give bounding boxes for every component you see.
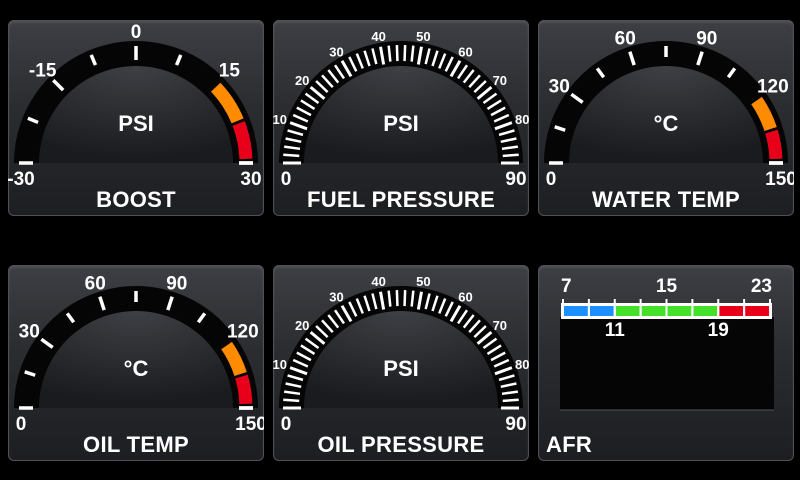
gauge-unit-label: °C bbox=[654, 111, 679, 136]
gauge-scale-label: 80 bbox=[515, 112, 529, 127]
gauge-scale-label: 60 bbox=[85, 273, 106, 294]
gauge-scale-label: 30 bbox=[549, 76, 570, 97]
afr-scale-label: 23 bbox=[751, 276, 772, 297]
gauge-scale-label: 20 bbox=[295, 318, 309, 333]
gauge-unit-label: PSI bbox=[383, 111, 418, 136]
afr-segment bbox=[589, 306, 614, 316]
gauge-scale-label: 120 bbox=[757, 76, 789, 97]
gauge-scale-label: 15 bbox=[219, 61, 241, 82]
afr-segment bbox=[693, 306, 718, 316]
gauge-tick bbox=[387, 290, 392, 307]
gauge-scale-label: 10 bbox=[273, 357, 287, 372]
gauge-scale-label: 70 bbox=[493, 73, 507, 88]
gauge-scale-label: 10 bbox=[273, 112, 287, 127]
afr-scale-label: 11 bbox=[605, 320, 626, 341]
gauge-tick bbox=[410, 290, 415, 307]
gauge-tick bbox=[387, 45, 392, 62]
gauge-scale-label: -15 bbox=[29, 61, 57, 82]
gauge-scale-label: 70 bbox=[493, 318, 507, 333]
gauge-title: WATER TEMP bbox=[591, 187, 741, 212]
gauge-scale-label: 90 bbox=[696, 28, 717, 49]
gauge-unit-label: PSI bbox=[383, 356, 418, 381]
gauge-scale-label: 30 bbox=[329, 44, 343, 59]
gauge-scale-label: 50 bbox=[416, 29, 430, 44]
gauge-scale-label: 60 bbox=[458, 44, 472, 59]
gauge-scale-label: 20 bbox=[295, 73, 309, 88]
afr-segment bbox=[719, 306, 744, 316]
gauge-scale-label: 80 bbox=[515, 357, 529, 372]
gauge-scale-label: 40 bbox=[371, 274, 385, 289]
afr-segment bbox=[667, 306, 692, 316]
gauge-tick bbox=[395, 290, 399, 307]
gauge-scale-label: 30 bbox=[19, 321, 40, 342]
gauge-title: OIL TEMP bbox=[83, 432, 189, 457]
gauge-tick bbox=[502, 398, 519, 403]
gauge-tick bbox=[502, 153, 519, 158]
gauge-warning-zone bbox=[232, 121, 253, 160]
gauge-scale-label: 90 bbox=[166, 273, 187, 294]
gauge-title: BOOST bbox=[96, 187, 176, 212]
afr-scale-label: 19 bbox=[708, 320, 729, 341]
afr-segment bbox=[745, 306, 769, 316]
gauge-oil-pressure: 0 10 20 30 40 50 60 70 80 90 PSI OIL PRESSURE bbox=[273, 265, 529, 461]
gauge-scale-label: 60 bbox=[458, 289, 472, 304]
gauge-scale-label: 60 bbox=[615, 28, 636, 49]
gauge-water-temp: 0 30 60 90 120 150 °C WATER TEMP bbox=[538, 20, 794, 216]
gauge-fuel-pressure: 0 10 20 30 40 50 60 70 80 90 PSI FUEL PRESSURE bbox=[273, 20, 529, 216]
gauge-scale-label: 0 bbox=[131, 22, 142, 43]
gauge-boost: -30 -15 0 15 30 PSI BOOST bbox=[8, 20, 264, 216]
gauge-title: AFR bbox=[546, 432, 593, 457]
afr-scale-label: 15 bbox=[656, 276, 678, 297]
gauge-tick bbox=[403, 290, 407, 307]
afr-segment bbox=[641, 306, 666, 316]
gauge-tick bbox=[283, 398, 300, 403]
afr-display-area bbox=[560, 317, 774, 410]
gauge-unit-label: PSI bbox=[118, 111, 153, 136]
gauge-tick bbox=[395, 45, 399, 62]
gauge-tick bbox=[403, 45, 407, 62]
afr-segment bbox=[615, 306, 640, 316]
gauge-title: FUEL PRESSURE bbox=[306, 187, 496, 212]
gauge-title: OIL PRESSURE bbox=[317, 432, 485, 457]
gauge-scale-label: 30 bbox=[329, 289, 343, 304]
gauge-scale-label: 50 bbox=[416, 274, 430, 289]
gauge-scale-label: 40 bbox=[371, 29, 385, 44]
gauge-scale-label: 120 bbox=[227, 321, 259, 342]
afr-scale-label: 7 bbox=[561, 276, 572, 297]
gauge-unit-label: °C bbox=[124, 356, 149, 381]
gauge-oil-temp: 0 30 60 90 120 150 °C OIL TEMP bbox=[8, 265, 264, 461]
gauge-warning-zone bbox=[235, 374, 253, 405]
gauge-tick bbox=[410, 45, 415, 62]
afr-segment bbox=[564, 306, 588, 316]
gauge-warning-zone bbox=[765, 129, 783, 160]
gauge-tick bbox=[283, 153, 300, 158]
gauge-afr: 7 15 23 11 19 AFR bbox=[538, 265, 794, 461]
